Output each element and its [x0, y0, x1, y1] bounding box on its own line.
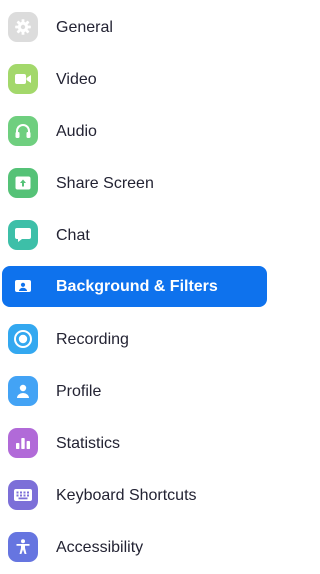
background-filters-icon [8, 271, 38, 301]
sidebar-item-label: Share Screen [56, 175, 154, 192]
sidebar-item-label: Background & Filters [56, 278, 218, 295]
sidebar-item-recording[interactable]: Recording [0, 314, 297, 366]
headphones-icon [8, 116, 38, 146]
sidebar-item-keyboard-shortcuts[interactable]: Keyboard Shortcuts [0, 470, 297, 522]
gear-icon [8, 12, 38, 42]
sidebar-item-profile[interactable]: Profile [0, 366, 297, 418]
sidebar-item-chat[interactable]: Chat [0, 210, 297, 262]
sidebar-item-accessibility[interactable]: Accessibility [0, 522, 297, 574]
sidebar-item-label: Profile [56, 383, 102, 400]
sidebar-item-label: General [56, 19, 113, 36]
sidebar-item-label: Video [56, 71, 97, 88]
sidebar-item-label: Keyboard Shortcuts [56, 487, 197, 504]
statistics-icon [8, 428, 38, 458]
accessibility-icon [8, 532, 38, 562]
sidebar-item-label: Statistics [56, 435, 121, 452]
settings-sidebar: General Video Audio Share Screen Chat Ba… [0, 2, 297, 574]
sidebar-item-video[interactable]: Video [0, 54, 297, 106]
profile-icon [8, 376, 38, 406]
sidebar-item-statistics[interactable]: Statistics [0, 418, 297, 470]
sidebar-item-audio[interactable]: Audio [0, 106, 297, 158]
share-screen-icon [8, 168, 38, 198]
chat-bubble-icon [8, 220, 38, 250]
sidebar-item-general[interactable]: General [0, 2, 297, 54]
sidebar-item-label: Audio [56, 123, 97, 140]
keyboard-icon [8, 480, 38, 510]
video-camera-icon [8, 64, 38, 94]
record-icon [8, 324, 38, 354]
sidebar-item-background-filters[interactable]: Background & Filters [0, 262, 297, 314]
sidebar-item-label: Chat [56, 227, 90, 244]
sidebar-item-label: Accessibility [56, 539, 144, 556]
sidebar-item-label: Recording [56, 331, 129, 348]
sidebar-item-share-screen[interactable]: Share Screen [0, 158, 297, 210]
